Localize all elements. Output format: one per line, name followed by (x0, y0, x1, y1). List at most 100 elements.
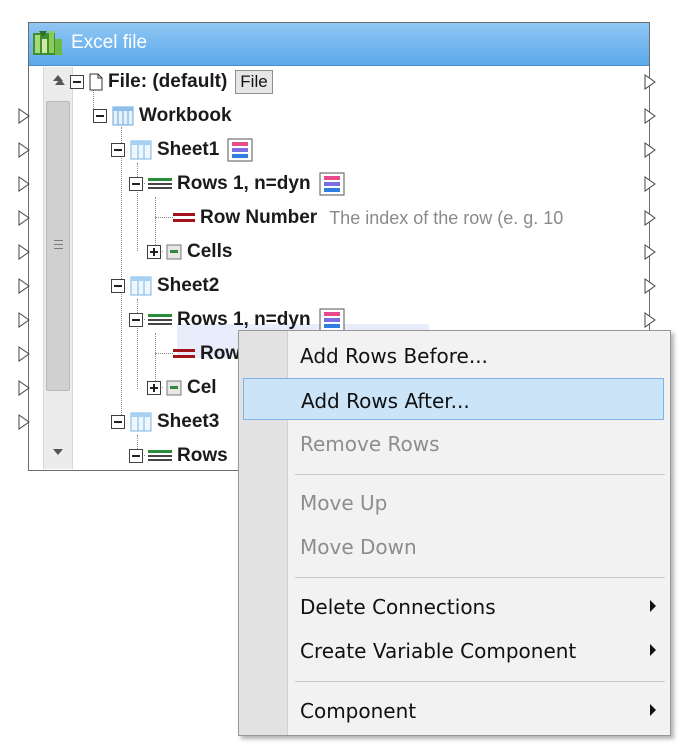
menu-separator (295, 577, 665, 578)
collapse-arrow-icon[interactable] (55, 77, 65, 87)
output-connector-icon[interactable] (644, 74, 656, 90)
menu-separator (295, 681, 665, 682)
component-title: Excel file (71, 32, 148, 53)
attribute-icon (173, 349, 195, 358)
collapse-toggle[interactable] (111, 415, 125, 429)
sheet3-label: Sheet3 (157, 411, 220, 432)
menu-item-label: Create Variable Component (300, 639, 577, 663)
collapse-toggle[interactable] (129, 449, 143, 463)
sheet-icon (130, 412, 152, 432)
excel-file-icon (33, 31, 62, 55)
input-connector-icon[interactable] (18, 210, 30, 226)
output-connector-icon[interactable] (644, 244, 656, 260)
collapse-toggle[interactable] (129, 313, 143, 327)
sheet2-label: Sheet2 (157, 275, 220, 296)
input-connector-icon[interactable] (18, 414, 30, 430)
properties-icon[interactable] (227, 138, 253, 162)
menu-separator (295, 474, 665, 475)
cells-icon (166, 244, 182, 260)
submenu-arrow-icon (650, 644, 656, 656)
tree-line (155, 217, 173, 218)
menu-item-move-up[interactable]: Move Up (243, 481, 664, 523)
properties-icon[interactable] (319, 172, 345, 196)
input-connector-icon[interactable] (18, 380, 30, 396)
expand-toggle[interactable] (147, 245, 161, 259)
menu-item-label: Move Down (300, 535, 417, 559)
cells-label: Cells (187, 241, 233, 262)
menu-item-component[interactable]: Component (243, 689, 664, 731)
tree-item-cells-sheet1[interactable]: Cells (147, 237, 232, 267)
input-connector-icon[interactable] (18, 244, 30, 260)
component-title-bar[interactable]: Excel file (29, 23, 649, 66)
menu-item-delete-connections[interactable]: Delete Connections (243, 585, 664, 627)
tree-item-file[interactable]: File: (default) File (55, 67, 273, 97)
tree-item-rows-sheet3[interactable]: Rows (129, 441, 228, 471)
input-connector-icon[interactable] (18, 346, 30, 362)
rows-label: Rows (177, 445, 228, 466)
sheet-icon (130, 140, 152, 160)
menu-item-create-variable-component[interactable]: Create Variable Component (243, 629, 664, 671)
menu-item-label: Delete Connections (300, 595, 496, 619)
menu-item-add-rows-after[interactable]: Add Rows After... (243, 378, 664, 420)
workbook-label: Workbook (139, 105, 232, 126)
properties-icon[interactable] (319, 308, 345, 332)
menu-item-label: Component (300, 699, 417, 723)
grip-icon (54, 240, 63, 252)
scroll-down-arrow-icon[interactable] (53, 449, 63, 455)
output-connector-icon[interactable] (644, 312, 656, 328)
tree-item-row-number[interactable]: Row Number The index of the row (e. g. 1… (173, 203, 563, 233)
tree-item-workbook[interactable]: Workbook (93, 101, 232, 131)
collapse-toggle[interactable] (129, 177, 143, 191)
menu-item-label: Remove Rows (300, 432, 440, 456)
menu-item-add-rows-before[interactable]: Add Rows Before... (243, 334, 664, 376)
collapse-toggle[interactable] (93, 109, 107, 123)
sheet-icon (130, 276, 152, 296)
collapse-toggle[interactable] (111, 143, 125, 157)
rows-icon (148, 178, 172, 189)
output-connector-icon[interactable] (644, 210, 656, 226)
menu-item-label: Add Rows Before... (300, 344, 488, 368)
tree-item-rows-sheet1[interactable]: Rows 1, n=dyn (129, 169, 345, 199)
menu-item-move-down[interactable]: Move Down (243, 525, 664, 567)
row-number-annotation: The index of the row (e. g. 10 (329, 207, 564, 228)
menu-item-label: Move Up (300, 491, 388, 515)
input-connector-icon[interactable] (18, 312, 30, 328)
input-connector-icon[interactable] (18, 108, 30, 124)
expand-toggle[interactable] (147, 381, 161, 395)
output-connector-icon[interactable] (644, 278, 656, 294)
collapse-toggle[interactable] (70, 75, 84, 89)
input-connector-icon[interactable] (18, 142, 30, 158)
submenu-arrow-icon (650, 704, 656, 716)
tree-item-sheet3[interactable]: Sheet3 (111, 407, 219, 437)
output-connector-icon[interactable] (644, 108, 656, 124)
rows-label: Rows 1, n=dyn (177, 173, 311, 194)
collapse-toggle[interactable] (111, 279, 125, 293)
cells-icon (166, 380, 182, 396)
rows-icon (148, 314, 172, 325)
output-connector-icon[interactable] (644, 142, 656, 158)
menu-item-label: Add Rows After... (301, 389, 470, 413)
file-label: File: (default) (108, 71, 228, 92)
sheet1-label: Sheet1 (157, 139, 220, 160)
input-connector-icon[interactable] (18, 278, 30, 294)
submenu-arrow-icon (650, 600, 656, 612)
rows-icon (148, 450, 172, 461)
tree-item-sheet1[interactable]: Sheet1 (111, 135, 253, 165)
cells-label: Cel (187, 377, 217, 398)
scrollbar-thumb[interactable] (46, 101, 70, 391)
attribute-icon (173, 213, 195, 222)
tree-line (155, 353, 173, 354)
input-connector-icon[interactable] (18, 176, 30, 192)
tree-item-sheet2[interactable]: Sheet2 (111, 271, 219, 301)
file-button[interactable]: File (235, 70, 273, 94)
workbook-icon (112, 106, 134, 126)
tree-item-cells-sheet2[interactable]: Cel (147, 373, 217, 403)
tree-item-row-number-sheet2[interactable]: Row (173, 339, 240, 369)
output-connector-icon[interactable] (644, 176, 656, 192)
vertical-scrollbar[interactable] (43, 67, 73, 469)
context-menu[interactable]: Add Rows Before... Add Rows After... Rem… (238, 330, 671, 736)
row-number-label: Row Number (200, 207, 318, 228)
rows-label: Rows 1, n=dyn (177, 309, 311, 330)
menu-item-remove-rows[interactable]: Remove Rows (243, 422, 664, 464)
row-number-label: Row (200, 343, 241, 364)
